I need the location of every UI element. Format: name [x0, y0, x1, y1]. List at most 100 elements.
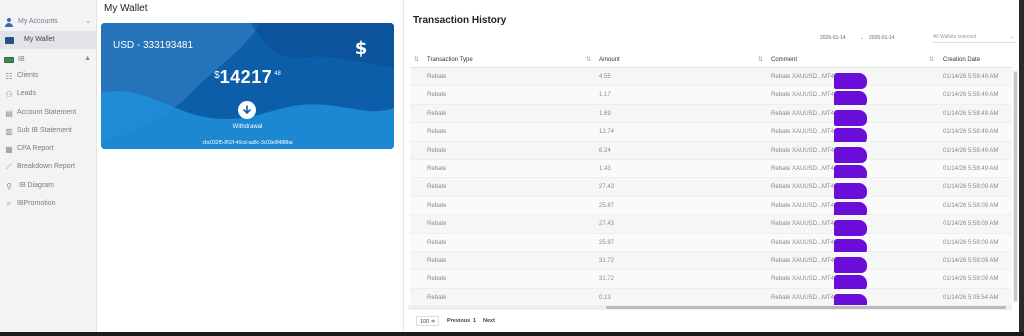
page-size-select[interactable]: 100 ≑	[416, 316, 440, 326]
sidebar-item-label: Sub IB Statement	[17, 127, 72, 134]
sidebar-item-label: IB Diagram	[19, 182, 55, 189]
comment-text: Rebate XAUUSD...MT4	[771, 110, 835, 117]
chevron-up-icon: ▲	[84, 55, 91, 62]
sidebar-item-clients[interactable]: ☷ Clients	[0, 67, 97, 85]
sidebar-item-label: CPA Report	[17, 145, 54, 152]
table-row[interactable]: Rebate 12.74 Rebate XAUUSD...MT4 01/14/26 5…	[410, 123, 1012, 145]
table-body: Rebate 4.55 Rebate XAUUSD...MT4 01/14/26 5:…	[410, 68, 1012, 310]
sidebar-item-cpa-report[interactable]: ▦ CPA Report	[0, 140, 97, 158]
cell-type: Rebate	[427, 276, 447, 283]
chevron-down-icon: ⌄	[860, 35, 865, 41]
cell-type: Rebate	[427, 294, 447, 301]
cell-comment: Rebate XAUUSD...MT4	[771, 128, 867, 145]
table-row[interactable]: Rebate 1.17 Rebate XAUUSD...MT4 01/14/26 5:…	[410, 86, 1012, 108]
transaction-history-panel: Transaction History 2026-01-14 ⌄ 2026-01…	[403, 0, 1019, 332]
cell-comment: Rebate XAUUSD...MT4	[771, 109, 867, 126]
balance-decimal: 48	[274, 71, 281, 77]
sidebar-item-breakdown-report[interactable]: ⟋ Breakdown Report	[0, 158, 97, 176]
table-row[interactable]: Rebate 31.72 Rebate XAUUSD...MT4 01/14/26 5…	[410, 270, 1012, 292]
comment-text: Rebate XAUUSD...MT4	[771, 184, 835, 191]
horizontal-scrollbar[interactable]	[408, 305, 1012, 310]
sidebar-item-sub-ib-statement[interactable]: ▥ Sub IB Statement	[0, 122, 97, 140]
table-row[interactable]: Rebate 6.24 Rebate XAUUSD...MT4 01/14/26 5:…	[410, 141, 1012, 163]
sub-ib-icon: ▥	[5, 126, 13, 136]
comment-text: Rebate XAUUSD...MT4	[771, 74, 835, 80]
table-row[interactable]: Rebate 1.69 Rebate XAUUSD...MT4 01/14/26 5:…	[410, 104, 1012, 126]
column-header-comment[interactable]: Comment	[771, 57, 797, 63]
dollar-icon: $	[355, 38, 368, 57]
wallet-filter-select[interactable]: All Wallets selected ⌄	[933, 34, 1016, 43]
cpa-icon: ▦	[5, 144, 13, 154]
previous-button[interactable]: Previous	[444, 316, 474, 326]
cell-amount: 0.13	[599, 294, 611, 301]
page-number-button[interactable]: 1	[470, 316, 480, 326]
withdrawal-button[interactable]	[238, 101, 256, 119]
cell-date: 01/14/26 5:58:09 AM	[943, 276, 999, 283]
cell-type: Rebate	[427, 92, 447, 99]
cell-type: Rebate	[427, 239, 447, 246]
cell-amount: 1.69	[599, 110, 611, 117]
column-header-date[interactable]: Creation Date	[943, 57, 980, 63]
cell-comment: Rebate XAUUSD...MT4	[771, 91, 867, 108]
user-icon	[4, 17, 14, 27]
comment-text: Rebate XAUUSD...MT4	[771, 294, 835, 301]
table-row[interactable]: Rebate 25.87 Rebate XAUUSD...MT4 01/14/26 5…	[410, 197, 1012, 218]
wallet-account-label: USD - 333193481	[113, 40, 194, 51]
sort-icon[interactable]: ⇅	[758, 56, 763, 63]
column-header-amount[interactable]: Amount	[599, 57, 620, 63]
cell-type: Rebate	[427, 184, 447, 191]
wallet-card[interactable]: USD - 333193481 $ $14217 48 Withdrawal cb…	[101, 23, 394, 149]
table-row[interactable]: Rebate 1.43 Rebate XAUUSD...MT4 01/14/26 5:…	[410, 160, 1012, 181]
table-row[interactable]: Rebate 31.72 Rebate XAUUSD...MT4 01/14/26 5…	[410, 251, 1012, 273]
cell-type: Rebate	[427, 110, 447, 117]
cell-date: 01/14/26 5:58:09 AM	[943, 221, 999, 228]
cell-date: 01/14/26 5:05:54 AM	[943, 294, 999, 301]
sidebar: My Accounts ⌄ My Wallet IB ▲ ☷ Clients ⚇…	[0, 0, 97, 332]
table-row[interactable]: Rebate 27.43 Rebate XAUUSD...MT4 01/14/26 5…	[410, 178, 1012, 200]
comment-text: Rebate XAUUSD...MT4	[771, 129, 835, 136]
cell-comment: Rebate XAUUSD...MT4	[771, 164, 867, 181]
comment-text: Rebate XAUUSD...MT4 -	[771, 221, 838, 228]
cell-comment: Rebate XAUUSD...MT4	[771, 238, 867, 255]
sort-icon[interactable]: ⇅	[414, 56, 419, 63]
cell-comment: Rebate XAUUSD...MT4	[771, 201, 867, 218]
sort-icon[interactable]: ⇅	[586, 56, 591, 63]
sidebar-item-my-wallet[interactable]: My Wallet	[0, 31, 97, 49]
sidebar-item-ib-promotion[interactable]: ⌕ IBPromotion	[0, 195, 97, 213]
cell-type: Rebate	[427, 147, 447, 154]
page-title: My Wallet	[104, 3, 148, 14]
withdrawal-label[interactable]: Withdrawal	[101, 124, 394, 130]
cell-type: Rebate	[427, 129, 447, 136]
cell-comment: Rebate XAUUSD...MT4 -	[771, 220, 867, 237]
column-header-type[interactable]: Transaction Type	[427, 57, 473, 63]
sidebar-item-account-statement[interactable]: ▤ Account Statement	[0, 104, 97, 122]
date-from-field[interactable]: 2026-01-14 ⌄	[820, 35, 864, 41]
sidebar-item-ib-diagram[interactable]: ⚲ IB Diagram	[0, 177, 97, 195]
cell-date: 01/14/26 5:58:49 AM	[943, 147, 999, 154]
date-from-value: 2026-01-14	[820, 35, 846, 41]
cell-date: 01/14/26 5:58:49 AM	[943, 129, 999, 136]
arrow-down-icon	[243, 105, 251, 115]
comment-text: Rebate XAUUSD...MT4	[771, 276, 835, 283]
date-to-field[interactable]: 2026-01-14	[869, 35, 895, 41]
next-button[interactable]: Next	[480, 316, 498, 326]
cell-comment: Rebate XAUUSD...MT4	[771, 256, 867, 273]
statement-icon: ▤	[5, 108, 13, 118]
transaction-history-title: Transaction History	[413, 15, 507, 26]
cell-type: Rebate	[427, 257, 447, 264]
cell-type: Rebate	[427, 221, 447, 228]
sidebar-item-leads[interactable]: ⚇ Leads	[0, 85, 97, 103]
app-window: My Accounts ⌄ My Wallet IB ▲ ☷ Clients ⚇…	[0, 0, 1024, 332]
leads-icon: ⚇	[5, 89, 13, 99]
cell-amount: 1.43	[599, 165, 611, 172]
chart-icon: ⟋	[6, 162, 12, 171]
cell-date: 01/14/26 5:58:49 AM	[943, 110, 999, 117]
vertical-scrollbar[interactable]	[1013, 70, 1018, 303]
sidebar-item-my-accounts[interactable]: My Accounts ⌄	[0, 13, 97, 31]
table-row[interactable]: Rebate 27.43 Rebate XAUUSD...MT4 - 01/14/26…	[410, 215, 1012, 237]
table-row[interactable]: Rebate 25.87 Rebate XAUUSD...MT4 01/14/26 5…	[410, 234, 1012, 255]
cell-type: Rebate	[427, 74, 447, 80]
sort-icon[interactable]: ⇅	[929, 56, 934, 63]
table-row[interactable]: Rebate 4.55 Rebate XAUUSD...MT4 01/14/26 5:…	[410, 68, 1012, 89]
sidebar-item-label: Account Statement	[17, 109, 77, 116]
